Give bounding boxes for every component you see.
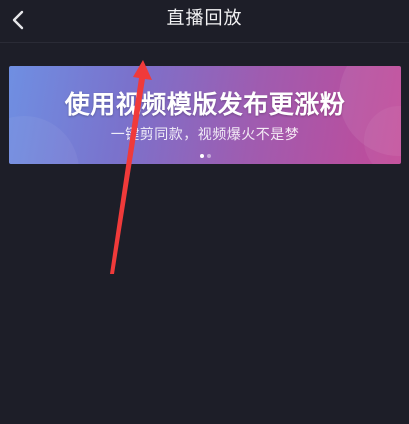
banner-subtitle: 一键剪同款，视频爆火不是梦: [110, 127, 300, 143]
carousel-dot-1[interactable]: [199, 154, 204, 158]
page-title: 直播回放: [166, 8, 243, 29]
red-annotation-arrow-icon: [110, 60, 152, 274]
top-bar: 直播回放: [0, 0, 409, 43]
banner-title: 使用视频模版发布更涨粉: [64, 90, 346, 119]
carousel-dot-2[interactable]: [206, 154, 211, 158]
carousel-indicator: [9, 154, 401, 158]
promo-banner[interactable]: 使用视频模版发布更涨粉 一键剪同款，视频爆火不是梦: [9, 66, 401, 164]
